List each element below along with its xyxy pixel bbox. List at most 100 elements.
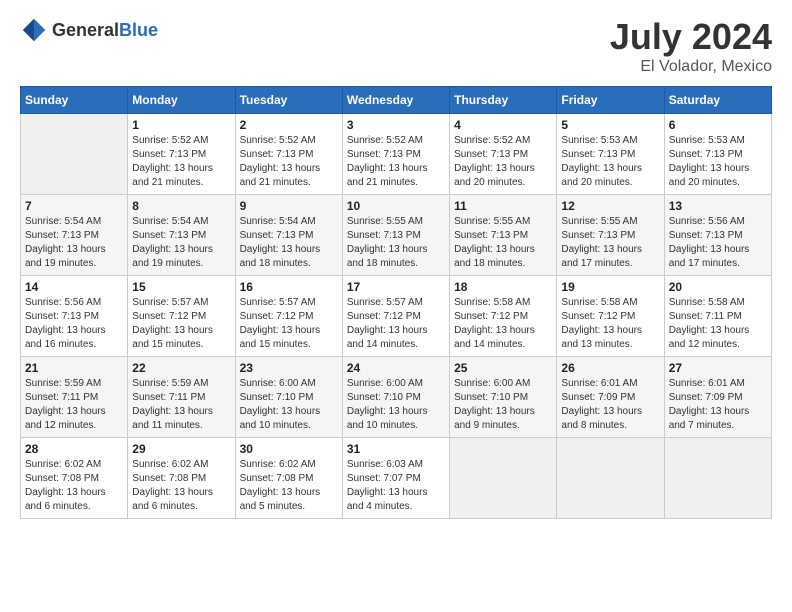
day-number: 28 <box>25 442 123 456</box>
day-number: 3 <box>347 118 445 132</box>
calendar-cell: 27Sunrise: 6:01 AMSunset: 7:09 PMDayligh… <box>664 357 771 438</box>
cell-sun-info: Sunrise: 5:58 AMSunset: 7:12 PMDaylight:… <box>561 296 659 352</box>
day-number: 26 <box>561 361 659 375</box>
calendar-cell: 15Sunrise: 5:57 AMSunset: 7:12 PMDayligh… <box>128 276 235 357</box>
calendar-cell: 20 Sunrise: 5:58 AMSunset: 7:11 PMDayligh… <box>664 276 771 357</box>
calendar-cell: 25Sunrise: 6:00 AMSunset: 7:10 PMDayligh… <box>450 357 557 438</box>
calendar-week-row: 21 Sunrise: 5:59 AMSunset: 7:11 PMDayligh… <box>21 357 772 438</box>
calendar-cell: 30Sunrise: 6:02 AMSunset: 7:08 PMDayligh… <box>235 438 342 519</box>
cell-sun-info: Sunrise: 5:59 AMSunset: 7:11 PMDaylight:… <box>25 377 123 433</box>
day-number: 1 <box>132 118 230 132</box>
day-number: 4 <box>454 118 552 132</box>
cell-sun-info: Sunrise: 5:58 AMSunset: 7:12 PMDaylight:… <box>454 296 552 352</box>
day-number: 5 <box>561 118 659 132</box>
cell-sun-info: Sunrise: 6:02 AMSunset: 7:08 PMDaylight:… <box>240 458 338 514</box>
month-title: July 2024 <box>610 16 772 58</box>
day-number: 16 <box>240 280 338 294</box>
cell-sun-info: Sunrise: 5:57 AMSunset: 7:12 PMDaylight:… <box>132 296 230 352</box>
weekday-header: Wednesday <box>342 87 449 114</box>
calendar-cell: 16 Sunrise: 5:57 AMSunset: 7:12 PMDayligh… <box>235 276 342 357</box>
calendar-cell: 23 Sunrise: 6:00 AMSunset: 7:10 PMDayligh… <box>235 357 342 438</box>
day-number: 18 <box>454 280 552 294</box>
cell-sun-info: Sunrise: 5:59 AMSunset: 7:11 PMDaylight:… <box>132 377 230 433</box>
cell-sun-info: Sunrise: 5:54 AMSunset: 7:13 PMDaylight:… <box>132 215 230 271</box>
calendar-week-row: 14 Sunrise: 5:56 AMSunset: 7:13 PMDayligh… <box>21 276 772 357</box>
calendar-cell <box>21 114 128 195</box>
day-number: 6 <box>669 118 767 132</box>
calendar-cell: 10 Sunrise: 5:55 AMSunset: 7:13 PMDayligh… <box>342 195 449 276</box>
cell-sun-info: Sunrise: 5:52 AMSunset: 7:13 PMDaylight:… <box>454 134 552 190</box>
calendar-cell: 24 Sunrise: 6:00 AMSunset: 7:10 PMDayligh… <box>342 357 449 438</box>
day-number: 8 <box>132 199 230 213</box>
weekday-header: Friday <box>557 87 664 114</box>
cell-sun-info: Sunrise: 5:58 AMSunset: 7:11 PMDaylight:… <box>669 296 767 352</box>
day-number: 2 <box>240 118 338 132</box>
cell-sun-info: Sunrise: 5:53 AMSunset: 7:13 PMDaylight:… <box>669 134 767 190</box>
cell-sun-info: Sunrise: 5:52 AMSunset: 7:13 PMDaylight:… <box>240 134 338 190</box>
cell-sun-info: Sunrise: 5:55 AMSunset: 7:13 PMDaylight:… <box>347 215 445 271</box>
weekday-header: Saturday <box>664 87 771 114</box>
calendar-week-row: 1 Sunrise: 5:52 AMSunset: 7:13 PMDaylight… <box>21 114 772 195</box>
calendar-cell: 13Sunrise: 5:56 AMSunset: 7:13 PMDayligh… <box>664 195 771 276</box>
weekday-header: Tuesday <box>235 87 342 114</box>
day-number: 13 <box>669 199 767 213</box>
day-number: 31 <box>347 442 445 456</box>
calendar-header-row: SundayMondayTuesdayWednesdayThursdayFrid… <box>21 87 772 114</box>
calendar-cell: 28 Sunrise: 6:02 AMSunset: 7:08 PMDayligh… <box>21 438 128 519</box>
cell-sun-info: Sunrise: 6:01 AMSunset: 7:09 PMDaylight:… <box>669 377 767 433</box>
calendar-cell: 5 Sunrise: 5:53 AMSunset: 7:13 PMDaylight… <box>557 114 664 195</box>
day-number: 21 <box>25 361 123 375</box>
day-number: 29 <box>132 442 230 456</box>
day-number: 10 <box>347 199 445 213</box>
calendar-cell: 1 Sunrise: 5:52 AMSunset: 7:13 PMDaylight… <box>128 114 235 195</box>
cell-sun-info: Sunrise: 6:02 AMSunset: 7:08 PMDaylight:… <box>25 458 123 514</box>
day-number: 7 <box>25 199 123 213</box>
calendar-cell: 21 Sunrise: 5:59 AMSunset: 7:11 PMDayligh… <box>21 357 128 438</box>
cell-sun-info: Sunrise: 5:55 AMSunset: 7:13 PMDaylight:… <box>454 215 552 271</box>
day-number: 20 <box>669 280 767 294</box>
cell-sun-info: Sunrise: 6:00 AMSunset: 7:10 PMDaylight:… <box>347 377 445 433</box>
day-number: 17 <box>347 280 445 294</box>
page-header: GeneralBlue July 2024 El Volador, Mexico <box>20 16 772 76</box>
calendar-cell: 26 Sunrise: 6:01 AMSunset: 7:09 PMDayligh… <box>557 357 664 438</box>
calendar-cell: 3 Sunrise: 5:52 AMSunset: 7:13 PMDaylight… <box>342 114 449 195</box>
calendar-week-row: 28 Sunrise: 6:02 AMSunset: 7:08 PMDayligh… <box>21 438 772 519</box>
cell-sun-info: Sunrise: 6:03 AMSunset: 7:07 PMDaylight:… <box>347 458 445 514</box>
calendar-week-row: 7 Sunrise: 5:54 AMSunset: 7:13 PMDaylight… <box>21 195 772 276</box>
cell-sun-info: Sunrise: 5:53 AMSunset: 7:13 PMDaylight:… <box>561 134 659 190</box>
calendar-cell: 7 Sunrise: 5:54 AMSunset: 7:13 PMDaylight… <box>21 195 128 276</box>
location-title: El Volador, Mexico <box>610 58 772 76</box>
day-number: 24 <box>347 361 445 375</box>
logo-general: General <box>52 20 119 40</box>
cell-sun-info: Sunrise: 6:00 AMSunset: 7:10 PMDaylight:… <box>240 377 338 433</box>
weekday-header: Thursday <box>450 87 557 114</box>
cell-sun-info: Sunrise: 5:54 AMSunset: 7:13 PMDaylight:… <box>25 215 123 271</box>
day-number: 11 <box>454 199 552 213</box>
cell-sun-info: Sunrise: 6:02 AMSunset: 7:08 PMDaylight:… <box>132 458 230 514</box>
day-number: 23 <box>240 361 338 375</box>
calendar-cell: 6 Sunrise: 5:53 AMSunset: 7:13 PMDaylight… <box>664 114 771 195</box>
title-area: July 2024 El Volador, Mexico <box>610 16 772 76</box>
cell-sun-info: Sunrise: 5:52 AMSunset: 7:13 PMDaylight:… <box>347 134 445 190</box>
day-number: 9 <box>240 199 338 213</box>
cell-sun-info: Sunrise: 5:57 AMSunset: 7:12 PMDaylight:… <box>347 296 445 352</box>
day-number: 19 <box>561 280 659 294</box>
cell-sun-info: Sunrise: 5:55 AMSunset: 7:13 PMDaylight:… <box>561 215 659 271</box>
day-number: 12 <box>561 199 659 213</box>
calendar-cell <box>557 438 664 519</box>
calendar-cell: 19 Sunrise: 5:58 AMSunset: 7:12 PMDayligh… <box>557 276 664 357</box>
calendar-cell: 8 Sunrise: 5:54 AMSunset: 7:13 PMDaylight… <box>128 195 235 276</box>
calendar-cell: 2 Sunrise: 5:52 AMSunset: 7:13 PMDaylight… <box>235 114 342 195</box>
day-number: 14 <box>25 280 123 294</box>
logo-blue: Blue <box>119 20 158 40</box>
calendar-cell: 9 Sunrise: 5:54 AMSunset: 7:13 PMDaylight… <box>235 195 342 276</box>
cell-sun-info: Sunrise: 5:52 AMSunset: 7:13 PMDaylight:… <box>132 134 230 190</box>
cell-sun-info: Sunrise: 5:56 AMSunset: 7:13 PMDaylight:… <box>25 296 123 352</box>
cell-sun-info: Sunrise: 6:00 AMSunset: 7:10 PMDaylight:… <box>454 377 552 433</box>
calendar-cell: 31 Sunrise: 6:03 AMSunset: 7:07 PMDayligh… <box>342 438 449 519</box>
cell-sun-info: Sunrise: 6:01 AMSunset: 7:09 PMDaylight:… <box>561 377 659 433</box>
calendar-cell <box>664 438 771 519</box>
cell-sun-info: Sunrise: 5:54 AMSunset: 7:13 PMDaylight:… <box>240 215 338 271</box>
cell-sun-info: Sunrise: 5:57 AMSunset: 7:12 PMDaylight:… <box>240 296 338 352</box>
calendar-table: SundayMondayTuesdayWednesdayThursdayFrid… <box>20 86 772 519</box>
